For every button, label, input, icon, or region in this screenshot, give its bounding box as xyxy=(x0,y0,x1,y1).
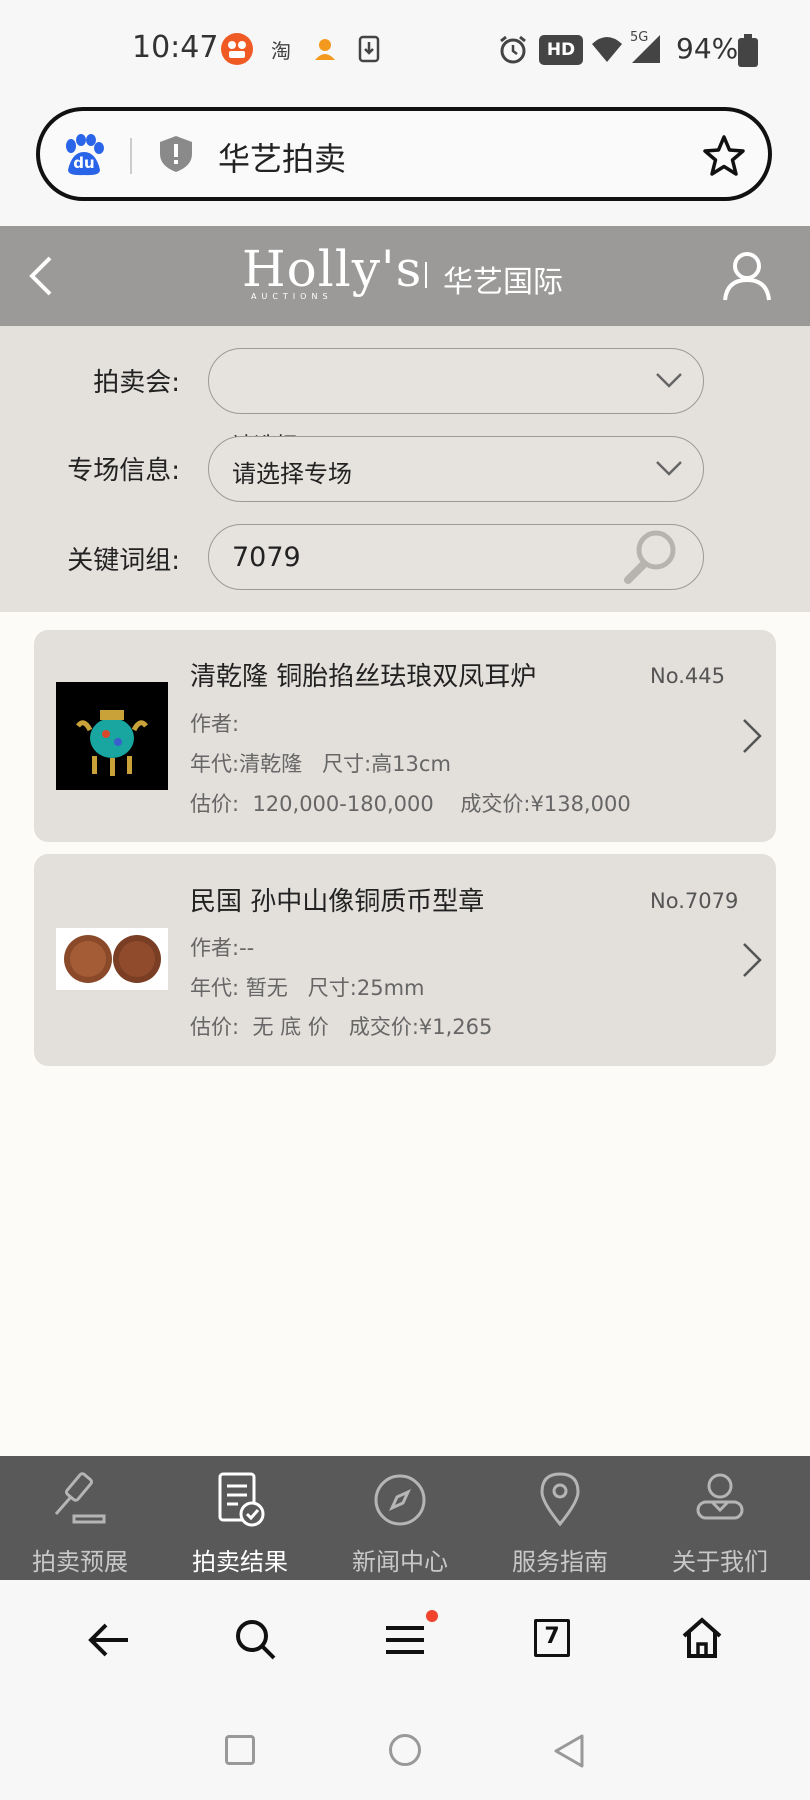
item-thumbnail[interactable] xyxy=(56,682,168,790)
era-label: 年代: xyxy=(190,976,240,1000)
price-value: ¥138,000 xyxy=(530,792,631,816)
address-bar[interactable] xyxy=(36,107,772,201)
item-era-size: 年代: 暂无 尺寸:25mm xyxy=(190,972,425,1002)
menu-icon[interactable] xyxy=(384,1622,426,1662)
tab-label: 拍卖预展 xyxy=(32,1548,128,1576)
size-label: 尺寸: xyxy=(322,752,372,776)
result-document-icon xyxy=(218,1472,265,1527)
item-author: 作者:-- xyxy=(190,932,254,962)
session-select-value: 请选择专场 xyxy=(232,460,352,488)
estimate-value: 120,000-180,000 xyxy=(252,792,434,816)
notification-dot xyxy=(426,1610,438,1622)
search-query-text[interactable]: 华艺拍卖 xyxy=(218,134,346,180)
search-icon[interactable] xyxy=(234,1618,278,1666)
download-icon xyxy=(352,32,386,66)
battery-percent: 94% xyxy=(676,32,739,65)
lottery-app-icon xyxy=(308,32,342,66)
price-label: 成交价: xyxy=(348,1015,419,1039)
taobao-icon: 淘 xyxy=(271,38,291,63)
wifi-icon xyxy=(590,32,624,66)
logo-divider xyxy=(425,262,427,288)
author-label: 作者: xyxy=(190,712,240,736)
era-value: 暂无 xyxy=(245,976,288,1000)
site-logo-chinese: 华艺国际 xyxy=(443,265,563,300)
estimate-label: 估价: xyxy=(190,1015,240,1039)
estimate-label: 估价: xyxy=(190,792,240,816)
hd-badge: HD xyxy=(539,35,583,65)
author-label: 作者: xyxy=(190,936,240,960)
tab-service-guide[interactable]: 服务指南 xyxy=(480,1456,640,1580)
system-back-button[interactable] xyxy=(552,1733,586,1773)
keyword-input-value[interactable]: 7079 xyxy=(232,542,301,573)
tab-label: 拍卖结果 xyxy=(192,1548,288,1576)
item-author: 作者: xyxy=(190,708,239,738)
video-app-icon xyxy=(220,32,254,66)
status-time: 10:47 xyxy=(132,30,219,65)
home-button[interactable] xyxy=(389,1734,421,1766)
session-chevron-down-icon[interactable] xyxy=(654,458,684,482)
gavel-icon xyxy=(54,1472,106,1524)
location-pin-icon xyxy=(540,1472,580,1527)
auction-label: 拍卖会: xyxy=(93,368,180,398)
battery-icon xyxy=(737,34,759,72)
keyword-label: 关键词组: xyxy=(67,546,180,576)
price-value: ¥1,265 xyxy=(418,1015,493,1039)
compass-icon xyxy=(374,1474,426,1526)
tab-label: 关于我们 xyxy=(672,1548,768,1576)
home-icon[interactable] xyxy=(680,1616,724,1664)
auction-select[interactable] xyxy=(208,348,704,414)
security-shield-icon[interactable] xyxy=(158,134,194,178)
tab-news-center[interactable]: 新闻中心 xyxy=(320,1456,480,1580)
signal-icon xyxy=(628,32,662,66)
recent-apps-button[interactable] xyxy=(225,1735,255,1765)
tab-about-us[interactable]: 关于我们 xyxy=(640,1456,800,1580)
author-value: -- xyxy=(239,936,255,960)
item-prices: 估价: 120,000-180,000 成交价:¥138,000 xyxy=(190,788,631,818)
chevron-right-icon[interactable] xyxy=(740,940,764,984)
site-logo[interactable]: Holly's xyxy=(242,240,422,298)
star-bookmark-icon[interactable] xyxy=(702,134,746,180)
chevron-right-icon[interactable] xyxy=(740,716,764,760)
era-label: 年代: xyxy=(190,752,240,776)
size-label: 尺寸: xyxy=(307,976,357,1000)
user-account-icon[interactable] xyxy=(722,250,772,306)
auction-chevron-down-icon[interactable] xyxy=(654,370,684,394)
search-magnifier-icon[interactable] xyxy=(622,528,682,590)
price-label: 成交价: xyxy=(460,792,531,816)
tab-auction-results[interactable]: 拍卖结果 xyxy=(160,1456,320,1580)
back-chevron-icon[interactable] xyxy=(26,254,54,302)
baidu-logo-text: du xyxy=(73,154,95,172)
item-title: 清乾隆 铜胎掐丝珐琅双凤耳炉 xyxy=(190,662,537,692)
person-icon xyxy=(696,1473,744,1520)
item-thumbnail[interactable] xyxy=(56,928,168,990)
alarm-icon xyxy=(496,32,530,66)
site-logo-sub: AUCTIONS xyxy=(251,292,333,301)
tabs-count-label: 7 xyxy=(544,1624,560,1649)
item-lot-number: No.445 xyxy=(650,664,725,688)
tab-label: 新闻中心 xyxy=(352,1548,448,1576)
item-prices: 估价: 无 底 价 成交价:¥1,265 xyxy=(190,1011,492,1041)
address-divider xyxy=(130,138,132,174)
item-title: 民国 孙中山像铜质币型章 xyxy=(190,887,485,917)
tab-auction-preview[interactable]: 拍卖预展 xyxy=(0,1456,160,1580)
tab-label: 服务指南 xyxy=(512,1548,608,1576)
estimate-value: 无 底 价 xyxy=(252,1015,329,1039)
size-value: 25mm xyxy=(356,976,425,1000)
era-value: 清乾隆 xyxy=(239,752,303,776)
size-value: 高13cm xyxy=(371,752,451,776)
item-lot-number: No.7079 xyxy=(650,889,739,913)
back-arrow-icon[interactable] xyxy=(86,1620,130,1664)
session-label: 专场信息: xyxy=(67,456,180,486)
item-era-size: 年代:清乾隆 尺寸:高13cm xyxy=(190,748,451,778)
